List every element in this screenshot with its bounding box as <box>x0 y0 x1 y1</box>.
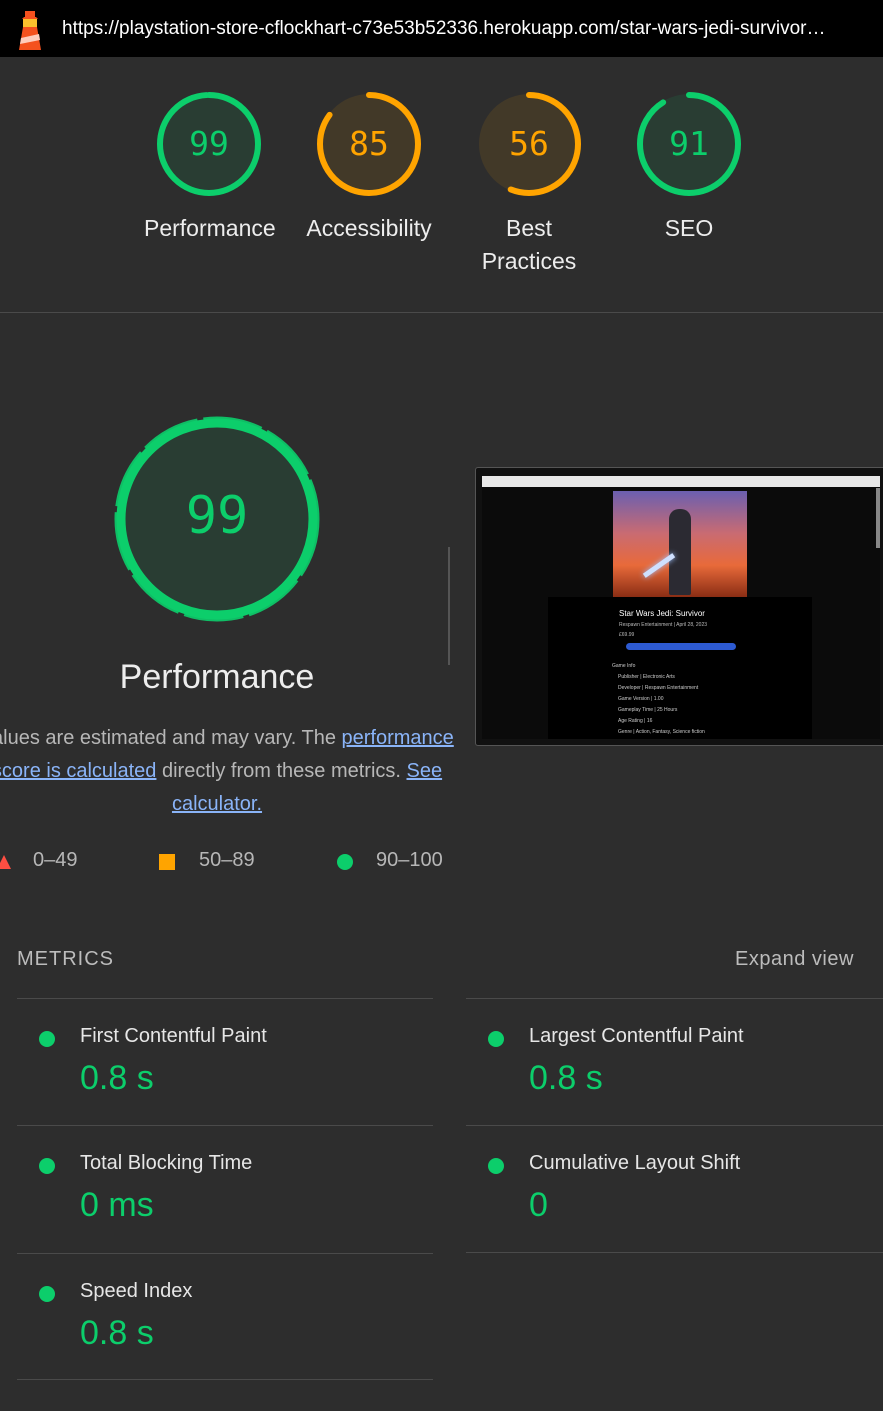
url-text[interactable]: https://playstation-store-cflockhart-c73… <box>62 18 872 40</box>
add-to-basket-button <box>626 643 736 650</box>
desc-text: directly from these metrics. <box>156 760 407 782</box>
gauge-label: Performance <box>144 215 276 241</box>
pass-circle-icon <box>488 1031 504 1047</box>
game-price: £69.99 <box>619 632 635 638</box>
legend-average-range: 50–89 <box>199 849 255 871</box>
metric-name: Cumulative Layout Shift <box>529 1152 741 1174</box>
metric-value: 0.8 s <box>80 1059 154 1097</box>
average-square-icon <box>159 854 175 870</box>
gauge-score: 99 <box>189 124 229 163</box>
score-legend: 0–49 50–89 90–100 <box>0 849 460 875</box>
screenshot-page: Star Wars Jedi: Survivor Respawn Enterta… <box>482 476 880 739</box>
legend-pass-range: 90–100 <box>376 849 443 871</box>
section-divider <box>0 312 883 313</box>
gauge-score: 56 <box>509 124 549 163</box>
screenshot-navbar <box>482 476 880 487</box>
desc-text: Values are estimated and may vary. The <box>0 727 342 749</box>
metric-value: 0 <box>529 1186 548 1224</box>
pass-circle-icon <box>337 854 353 870</box>
expand-view-button[interactable]: Expand view <box>735 948 854 971</box>
gauge-label: Best Practices <box>481 215 577 274</box>
pass-circle-icon <box>488 1158 504 1174</box>
metric-cumulative-layout-shift: Cumulative Layout Shift 0 <box>466 1126 876 1252</box>
performance-title: Performance <box>119 658 315 696</box>
performance-score: 99 <box>185 486 249 546</box>
gauge-score: 85 <box>349 124 389 163</box>
game-info-list: Game Info Publisher | Electronic Arts De… <box>612 663 705 735</box>
gauge-label: SEO <box>664 215 714 241</box>
score-gauges: 99 Performance 85 Accessibility 56 Best … <box>0 57 883 312</box>
gauge-accessibility[interactable]: 85 Accessibility <box>304 89 434 245</box>
game-title: Star Wars Jedi: Survivor <box>619 609 705 618</box>
metric-value: 0.8 s <box>80 1314 154 1352</box>
metric-value: 0.8 s <box>529 1059 603 1097</box>
gauge-seo[interactable]: 91 SEO <box>624 89 754 245</box>
gauge-performance[interactable]: 99 Performance <box>144 89 276 245</box>
metric-name: First Contentful Paint <box>80 1025 267 1047</box>
metric-speed-index: Speed Index 0.8 s <box>17 1254 427 1380</box>
metric-divider <box>17 1379 433 1380</box>
gauge-label: Accessibility <box>306 215 432 241</box>
vertical-separator <box>448 547 450 665</box>
game-cover-image <box>613 491 747 597</box>
performance-description: Values are estimated and may vary. The p… <box>0 722 454 821</box>
browser-bar: https://playstation-store-cflockhart-c73… <box>0 0 883 57</box>
metric-name: Total Blocking Time <box>80 1152 253 1174</box>
gauge-best-practices[interactable]: 56 Best Practices <box>464 89 594 278</box>
metric-name: Largest Contentful Paint <box>529 1025 744 1047</box>
metric-name: Speed Index <box>80 1280 193 1302</box>
metric-total-blocking-time: Total Blocking Time 0 ms <box>17 1126 427 1252</box>
gauge-score: 91 <box>669 124 709 163</box>
pass-circle-icon <box>39 1158 55 1174</box>
legend-fail-range: 0–49 <box>33 849 78 871</box>
metrics-header: METRICS <box>17 948 114 970</box>
pass-circle-icon <box>39 1031 55 1047</box>
metric-first-contentful-paint: First Contentful Paint 0.8 s <box>17 999 427 1125</box>
metric-largest-contentful-paint: Largest Contentful Paint 0.8 s <box>466 999 876 1125</box>
game-subtitle: Respawn Entertainment | April 28, 2023 <box>619 622 708 628</box>
game-info-card: Star Wars Jedi: Survivor Respawn Enterta… <box>548 597 812 739</box>
screenshot-scrollbar <box>876 488 880 548</box>
lighthouse-icon <box>19 11 41 50</box>
metric-divider <box>466 1252 883 1253</box>
pass-circle-icon <box>39 1286 55 1302</box>
final-screenshot: Star Wars Jedi: Survivor Respawn Enterta… <box>475 467 883 746</box>
fail-triangle-icon <box>0 853 12 876</box>
metric-value: 0 ms <box>80 1186 154 1224</box>
